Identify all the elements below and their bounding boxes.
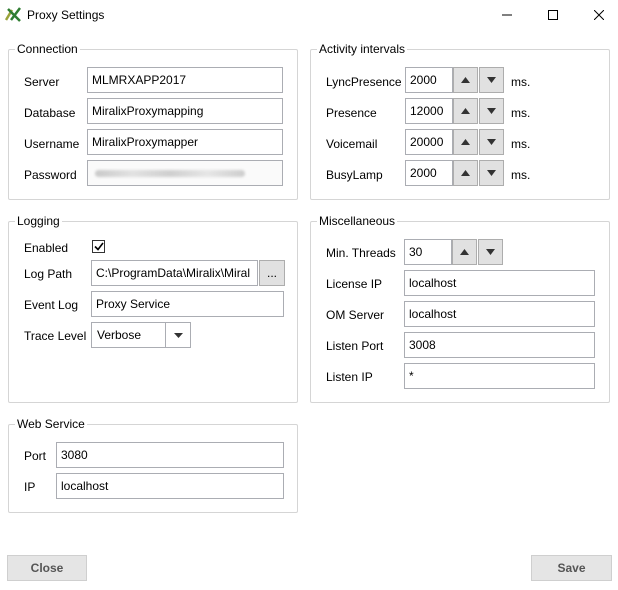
license-ip-field[interactable]: localhost [404,270,595,296]
arrow-up-icon [461,108,470,114]
title-bar: Proxy Settings [0,0,618,30]
port-label: Port [24,449,47,463]
port-field[interactable]: 3080 [56,442,284,468]
logging-group: Logging Enabled Log Path C:\ProgramData\… [8,214,298,403]
busylamp-label: BusyLamp [326,168,383,182]
busylamp-unit: ms. [511,168,531,182]
lyncpresence-unit: ms. [511,75,531,89]
lyncpresence-label: LyncPresence [326,75,402,89]
close-window-button[interactable] [576,0,618,30]
voicemail-unit: ms. [511,137,531,151]
trace-level-label: Trace Level [24,329,87,343]
arrow-up-icon [461,139,470,145]
voicemail-label: Voicemail [326,137,378,151]
listen-port-field[interactable]: 3008 [404,332,595,358]
presence-up-button[interactable] [453,98,478,124]
event-log-field[interactable]: Proxy Service [91,291,284,317]
presence-unit: ms. [511,106,531,120]
maximize-icon [548,10,558,20]
om-server-field[interactable]: localhost [404,301,595,327]
arrow-down-icon [487,108,496,114]
password-label: Password [24,168,77,182]
enabled-label: Enabled [24,241,69,255]
min-threads-down-button[interactable] [478,239,503,265]
ip-field[interactable]: localhost [56,473,284,499]
checkmark-icon [93,242,104,251]
close-button[interactable]: Close [7,555,87,581]
min-threads-up-button[interactable] [452,239,477,265]
chevron-down-icon [165,323,190,347]
voicemail-down-button[interactable] [479,129,504,155]
database-field[interactable]: MiralixProxymapping [87,98,283,124]
miralix-app-icon [4,6,21,22]
server-field[interactable]: MLMRXAPP2017 [87,67,283,93]
presence-field[interactable]: 12000 [405,98,453,124]
logging-title: Logging [15,214,62,228]
om-server-label: OM Server [326,308,385,322]
arrow-down-icon [487,139,496,145]
arrow-down-icon [487,170,496,176]
arrow-up-icon [461,170,470,176]
username-label: Username [24,137,80,151]
save-button[interactable]: Save [531,555,612,581]
listen-ip-field[interactable]: * [404,363,595,389]
database-label: Database [24,106,76,120]
trace-level-dropdown[interactable]: Verbose [91,322,191,348]
lyncpresence-up-button[interactable] [453,67,478,93]
minimize-button[interactable] [484,0,530,30]
voicemail-up-button[interactable] [453,129,478,155]
password-field[interactable] [87,160,283,186]
maximize-button[interactable] [530,0,576,30]
license-ip-label: License IP [326,277,383,291]
arrow-up-icon [460,249,469,255]
activity-intervals-title: Activity intervals [317,42,408,56]
miscellaneous-title: Miscellaneous [317,214,398,228]
arrow-up-icon [461,77,470,83]
server-label: Server [24,75,60,89]
browse-button[interactable]: ... [259,260,285,286]
window-title: Proxy Settings [27,8,105,22]
close-icon [594,10,604,20]
password-obscured [95,170,245,177]
activity-intervals-group: Activity intervals LyncPresence 2000 ms.… [310,42,610,200]
web-service-group: Web Service Port 3080 IP localhost [8,417,298,513]
min-threads-field[interactable]: 30 [404,239,452,265]
min-threads-label: Min. Threads [326,246,396,260]
busylamp-up-button[interactable] [453,160,478,186]
trace-level-value: Verbose [97,328,142,342]
log-path-field[interactable]: C:\ProgramData\Miralix\Miral [91,260,258,286]
listen-port-label: Listen Port [326,339,384,353]
busylamp-down-button[interactable] [479,160,504,186]
busylamp-field[interactable]: 2000 [405,160,453,186]
log-path-label: Log Path [24,267,73,281]
arrow-down-icon [486,249,495,255]
web-service-title: Web Service [15,417,87,431]
connection-title: Connection [15,42,80,56]
event-log-label: Event Log [24,298,79,312]
lyncpresence-down-button[interactable] [479,67,504,93]
presence-label: Presence [326,106,377,120]
lyncpresence-field[interactable]: 2000 [405,67,453,93]
connection-group: Connection Server MLMRXAPP2017 Database … [8,42,298,200]
presence-down-button[interactable] [479,98,504,124]
arrow-down-icon [487,77,496,83]
miscellaneous-group: Miscellaneous Min. Threads 30 License IP… [310,214,610,403]
ip-label: IP [24,480,36,494]
enabled-checkbox[interactable] [92,240,105,253]
username-field[interactable]: MiralixProxymapper [87,129,283,155]
voicemail-field[interactable]: 20000 [405,129,453,155]
listen-ip-label: Listen IP [326,370,373,384]
minimize-icon [502,14,512,16]
